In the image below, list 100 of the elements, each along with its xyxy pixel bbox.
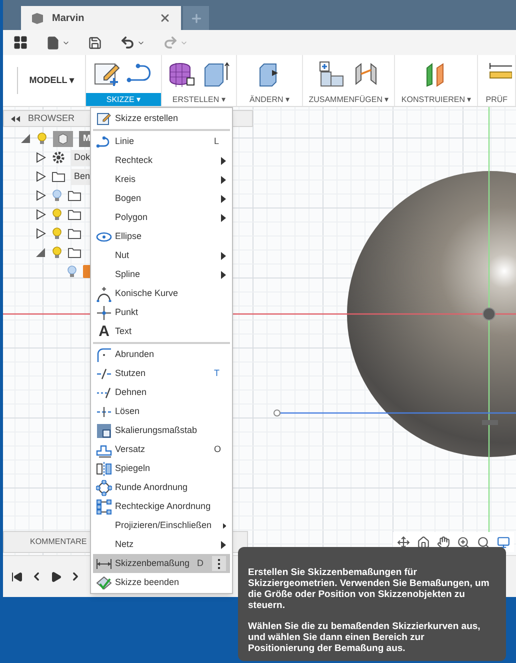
menu-item[interactable]: Skizze erstellen [93, 109, 230, 128]
finish-sketch-icon [96, 574, 112, 590]
menu-item[interactable]: Kreis [93, 170, 230, 189]
menu-item[interactable]: Runde Anordnung [93, 478, 230, 497]
menu-item-label: Polygon [115, 210, 149, 224]
expanded-triangle-icon[interactable] [36, 247, 46, 258]
collapsed-triangle-icon[interactable] [36, 190, 46, 201]
zoom-icon[interactable] [457, 536, 470, 548]
save-icon[interactable] [88, 36, 102, 50]
cube-icon [31, 12, 44, 24]
menu-item-label: Konische Kurve [115, 286, 180, 300]
menu-item-label: Punkt [115, 306, 140, 319]
folder-icon [68, 209, 81, 220]
lightbulb-icon[interactable] [52, 227, 62, 240]
menu-item[interactable]: Projizieren/Einschließen [93, 516, 230, 535]
menu-item[interactable]: Versatz O [93, 440, 230, 459]
tooltip-text: Erstellen Sie Skizzenbemaßungen für Skizziergeometrien. Verwenden Sie Bemaßungen, um die Größe oder Position von Skizzenobjekten zu steuern. [248, 567, 490, 611]
menu-item[interactable]: Abrunden [93, 345, 230, 364]
shortcut-label: T [214, 366, 220, 380]
menu-item[interactable]: Bogen [93, 189, 230, 208]
collapsed-triangle-icon[interactable] [36, 152, 46, 163]
conic-curve-icon [96, 286, 112, 302]
menu-item-label: Text [115, 324, 133, 338]
menu-item[interactable]: Skalierungsmaßstab [93, 421, 230, 440]
fillet-icon [96, 346, 112, 362]
tab-title: Marvin [52, 12, 86, 26]
comments-title: KOMMENTARE [30, 536, 87, 548]
menu-item[interactable]: A Text [93, 322, 230, 341]
menu-item[interactable]: Netz [93, 535, 230, 554]
menu-item[interactable]: Ellipse [93, 227, 230, 246]
menu-item-label: Rechteck [115, 154, 154, 167]
point-icon [96, 304, 112, 320]
expanded-triangle-icon[interactable] [21, 133, 31, 144]
menu-item[interactable]: Skizze beenden [93, 573, 230, 592]
lightbulb-icon[interactable] [67, 265, 77, 278]
menu-item-label: Rechteckige Anordnung [115, 500, 212, 513]
menu-item[interactable]: Polygon [93, 208, 230, 227]
ribbon-group-tab[interactable]: KONSTRUIEREN ▾ [395, 93, 478, 106]
ribbon-group-tab[interactable]: ZUSAMMENFÜGEN ▾ [303, 93, 394, 106]
lightbulb-icon[interactable] [52, 246, 62, 259]
folder-icon [52, 171, 65, 182]
menu-item[interactable]: Spline [93, 265, 230, 284]
collapse-icon[interactable] [11, 116, 20, 122]
ribbon-group-tab[interactable]: ERSTELLEN ▾ [162, 93, 236, 106]
collapsed-triangle-icon[interactable] [36, 171, 46, 182]
folder-icon [68, 247, 81, 258]
gear-icon [52, 151, 65, 164]
menu-item[interactable]: Linie L [93, 132, 230, 151]
form-grid-icon[interactable] [166, 60, 197, 88]
menu-item[interactable]: Skizzenbemaßung D [93, 554, 230, 573]
display-settings-icon[interactable] [497, 536, 510, 548]
menu-item-label: Ellipse [115, 230, 143, 243]
more-options-icon[interactable] [212, 556, 226, 571]
zoom-window-icon[interactable] [477, 536, 490, 548]
menu-item-label: Skizzenbemaßung [115, 556, 191, 570]
menu-item-label: Linie [115, 134, 136, 148]
home-icon[interactable] [417, 536, 430, 548]
document-tab[interactable]: Marvin [21, 6, 181, 30]
menu-item-label: Spline [115, 268, 142, 281]
shortcut-label: L [214, 134, 220, 148]
menu-item-label: Skizze beenden [115, 576, 180, 589]
menu-item-label: Lösen [115, 404, 141, 418]
menu-item-label: Skalierungsmaßstab [115, 424, 198, 437]
menu-item-label: Projizieren/Einschließen [115, 518, 212, 532]
menu-item-label: Versatz [115, 442, 146, 456]
menu-item[interactable]: Nut [93, 246, 230, 265]
file-icon[interactable] [46, 36, 60, 50]
menu-item[interactable]: Konische Kurve [93, 284, 230, 303]
ribbon-group-tab[interactable]: ÄNDERN ▾ [237, 93, 302, 106]
pan-icon[interactable] [437, 536, 450, 548]
collapsed-triangle-icon[interactable] [36, 228, 46, 239]
plus-icon [190, 12, 202, 24]
menu-item[interactable]: Rechteck [93, 151, 230, 170]
undo-icon[interactable] [120, 35, 135, 50]
menu-item[interactable]: Lösen [93, 402, 230, 421]
menu-item[interactable]: Punkt [93, 303, 230, 322]
play-icon[interactable] [50, 570, 62, 582]
collapsed-triangle-icon[interactable] [36, 209, 46, 220]
ribbon-group-tab[interactable]: PRÜF [478, 93, 515, 106]
menu-item[interactable]: Rechteckige Anordnung [93, 497, 230, 516]
workspace-dropdown[interactable]: MODELL ▾ [29, 74, 75, 88]
apps-grid-icon[interactable] [13, 35, 28, 50]
menu-item-label: Nut [115, 248, 130, 262]
lightbulb-icon[interactable] [37, 132, 47, 145]
dimension-marker [482, 420, 498, 425]
lightbulb-icon[interactable] [52, 189, 62, 202]
first-frame-icon[interactable] [11, 570, 23, 582]
tooltip-text: Wählen Sie die zu bemaßenden Skizzierkurven aus, und wählen Sie dann einen Bereich zur Positionierung der Bemaßung aus. [248, 621, 482, 654]
menu-item-label: Bogen [115, 192, 142, 205]
menu-item[interactable]: Stutzen T [93, 364, 230, 383]
menu-item-label: Stutzen [115, 366, 147, 380]
close-icon[interactable] [159, 12, 171, 24]
orbit-icon[interactable] [397, 536, 410, 548]
circular-pattern-icon [96, 480, 112, 496]
menu-item[interactable]: Spiegeln [93, 459, 230, 478]
menu-item[interactable]: Dehnen [93, 383, 230, 402]
menu-item-label: Runde Anordnung [115, 480, 189, 494]
lightbulb-icon[interactable] [52, 208, 62, 221]
menu-item-label: Netz [115, 538, 135, 551]
folder-icon [68, 228, 81, 239]
